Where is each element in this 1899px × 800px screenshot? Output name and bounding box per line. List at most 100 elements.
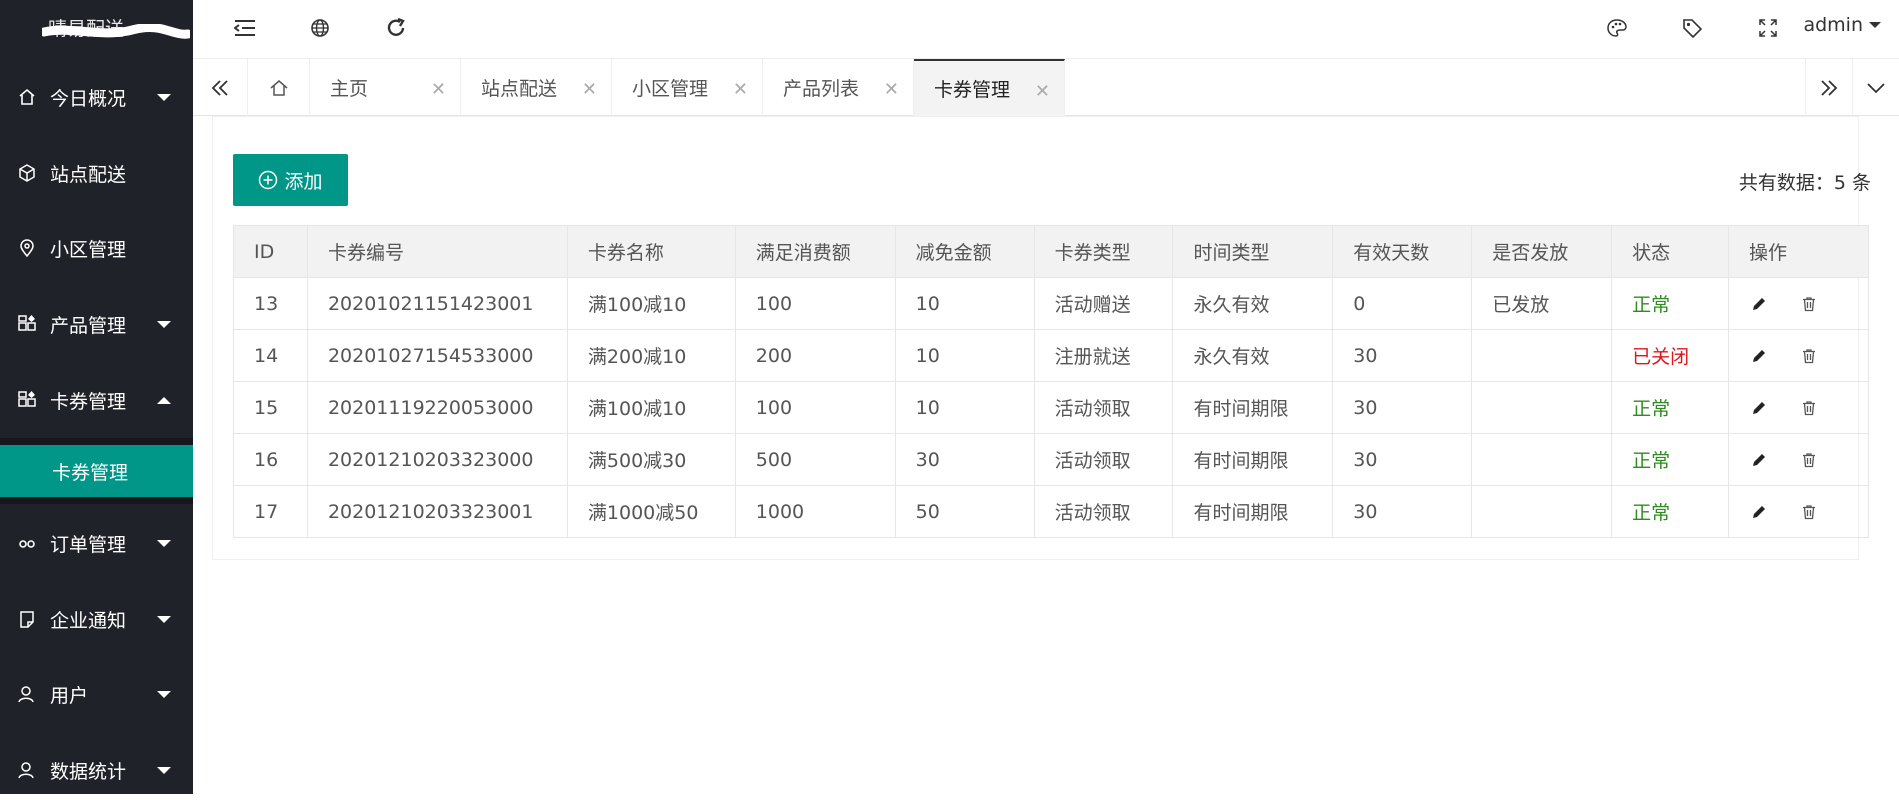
top-header: admin xyxy=(193,0,1899,58)
tab-home[interactable]: 主页 ✕ xyxy=(310,59,461,116)
status-cell: 已关闭 xyxy=(1611,329,1729,382)
trash-icon[interactable] xyxy=(1799,502,1819,522)
table-row: 15 20201119220053000 满100减10 100 10 活动领取 有时间期限… xyxy=(233,381,1870,434)
sidebar-item-products[interactable]: 产品管理 xyxy=(0,294,193,354)
edit-icon[interactable] xyxy=(1749,346,1769,366)
sidebar-item-label: 小区管理 xyxy=(50,238,127,261)
table-cell: 100 xyxy=(734,277,896,330)
trash-icon[interactable] xyxy=(1799,346,1819,366)
close-icon[interactable]: ✕ xyxy=(431,79,446,100)
tab-coupon-management[interactable]: 卡券管理 ✕ xyxy=(914,59,1065,116)
table-cell: 15 xyxy=(233,381,308,434)
close-icon[interactable]: ✕ xyxy=(582,79,597,100)
table-cell xyxy=(1471,433,1613,486)
table-cell: 满100减10 xyxy=(566,277,736,330)
link-icon xyxy=(16,532,38,554)
table-cell: 20201210203323000 xyxy=(306,433,568,486)
globe-icon[interactable] xyxy=(306,14,334,42)
table-cell: 20201027154533000 xyxy=(306,329,568,382)
table-cell: 100 xyxy=(734,381,896,434)
close-icon[interactable]: ✕ xyxy=(1035,81,1050,102)
tab-product-list[interactable]: 产品列表 ✕ xyxy=(763,59,914,116)
menu-fold-icon[interactable] xyxy=(231,14,259,42)
sidebar-item-community[interactable]: 小区管理 xyxy=(0,218,193,278)
table-cell: 注册就送 xyxy=(1033,329,1174,382)
chevron-up-icon xyxy=(157,396,171,404)
table-cell xyxy=(1471,329,1613,382)
tab-bar: 主页 ✕ 站点配送 ✕ 小区管理 ✕ 产品列表 ✕ 卡券管理 ✕ xyxy=(193,58,1899,116)
table-cell: 满500减30 xyxy=(566,433,736,486)
refresh-icon[interactable] xyxy=(382,14,410,42)
trash-icon[interactable] xyxy=(1799,450,1819,470)
tab-label: 卡券管理 xyxy=(934,79,1011,101)
tabs-dropdown-icon[interactable] xyxy=(1853,59,1899,116)
tab-site-delivery[interactable]: 站点配送 ✕ xyxy=(461,59,612,116)
table-cell: 活动领取 xyxy=(1033,433,1174,486)
column-header: 状态 xyxy=(1611,225,1729,278)
table-cell xyxy=(1471,485,1613,538)
table-cell: 永久有效 xyxy=(1172,329,1334,382)
sidebar: 晴易配送 今日概况 站点配送 小区管理 产品管理 卡券管理 卡券管理 订单管理 … xyxy=(0,0,193,794)
table-cell: 永久有效 xyxy=(1172,277,1334,330)
status-cell: 正常 xyxy=(1611,277,1729,330)
chevron-down-icon xyxy=(1869,22,1881,28)
table-cell: 30 xyxy=(894,433,1035,486)
sidebar-item-overview[interactable]: 今日概况 xyxy=(0,67,193,127)
sidebar-item-label: 今日概况 xyxy=(50,87,127,110)
close-icon[interactable]: ✕ xyxy=(733,79,748,100)
table-cell: 10 xyxy=(894,381,1035,434)
table-cell: 0 xyxy=(1332,277,1473,330)
column-header: 卡券类型 xyxy=(1033,225,1174,278)
table-cell: 13 xyxy=(233,277,308,330)
sidebar-item-coupons[interactable]: 卡券管理 xyxy=(0,370,193,430)
fullscreen-icon[interactable] xyxy=(1754,14,1782,42)
actions-cell xyxy=(1727,277,1870,330)
sidebar-item-statistics[interactable]: 数据统计 xyxy=(0,740,193,800)
sidebar-item-notices[interactable]: 企业通知 xyxy=(0,589,193,649)
column-header: ID xyxy=(233,225,308,278)
sidebar-item-label: 站点配送 xyxy=(50,163,127,186)
table-cell: 活动领取 xyxy=(1033,485,1174,538)
trash-icon[interactable] xyxy=(1799,294,1819,314)
tabs-scroll-left-icon[interactable] xyxy=(193,59,248,116)
table-cell: 有时间期限 xyxy=(1172,433,1334,486)
table-cell: 10 xyxy=(894,277,1035,330)
sidebar-item-label: 企业通知 xyxy=(50,609,127,632)
column-header: 操作 xyxy=(1727,225,1870,278)
column-header: 卡券编号 xyxy=(306,225,568,278)
add-button-label: 添加 xyxy=(284,170,323,193)
actions-cell xyxy=(1727,329,1870,382)
sidebar-item-orders[interactable]: 订单管理 xyxy=(0,513,193,573)
sidebar-item-site-delivery[interactable]: 站点配送 xyxy=(0,143,193,203)
edit-icon[interactable] xyxy=(1749,294,1769,314)
palette-icon[interactable] xyxy=(1603,14,1631,42)
edit-icon[interactable] xyxy=(1749,398,1769,418)
tag-icon[interactable] xyxy=(1678,14,1706,42)
table-cell: 20201210203323001 xyxy=(306,485,568,538)
close-icon[interactable]: ✕ xyxy=(884,79,899,100)
edit-icon[interactable] xyxy=(1749,502,1769,522)
table-cell: 活动领取 xyxy=(1033,381,1174,434)
apps-icon xyxy=(16,313,38,335)
sidebar-item-label: 卡券管理 xyxy=(50,390,127,413)
edit-icon[interactable] xyxy=(1749,450,1769,470)
user-icon xyxy=(16,759,38,781)
tabs-scroll-right-icon[interactable] xyxy=(1805,59,1853,116)
sidebar-item-users[interactable]: 用户 xyxy=(0,664,193,724)
user-menu[interactable]: admin xyxy=(1803,14,1881,36)
tab-home-icon[interactable] xyxy=(248,59,310,116)
location-icon xyxy=(16,237,38,259)
status-cell: 正常 xyxy=(1611,381,1729,434)
column-header: 有效天数 xyxy=(1332,225,1473,278)
add-button[interactable]: 添加 xyxy=(233,154,348,206)
table-cell: 20201021151423001 xyxy=(306,277,568,330)
submenu-item-coupon-management[interactable]: 卡券管理 xyxy=(0,445,193,497)
actions-cell xyxy=(1727,485,1870,538)
table-cell: 200 xyxy=(734,329,896,382)
tab-community[interactable]: 小区管理 ✕ xyxy=(612,59,763,116)
user-icon xyxy=(16,683,38,705)
table-body: 13 20201021151423001 满100减10 100 10 活动赠送 永久有效 0… xyxy=(233,277,1870,538)
trash-icon[interactable] xyxy=(1799,398,1819,418)
column-header: 时间类型 xyxy=(1172,225,1334,278)
table-cell: 30 xyxy=(1332,329,1473,382)
